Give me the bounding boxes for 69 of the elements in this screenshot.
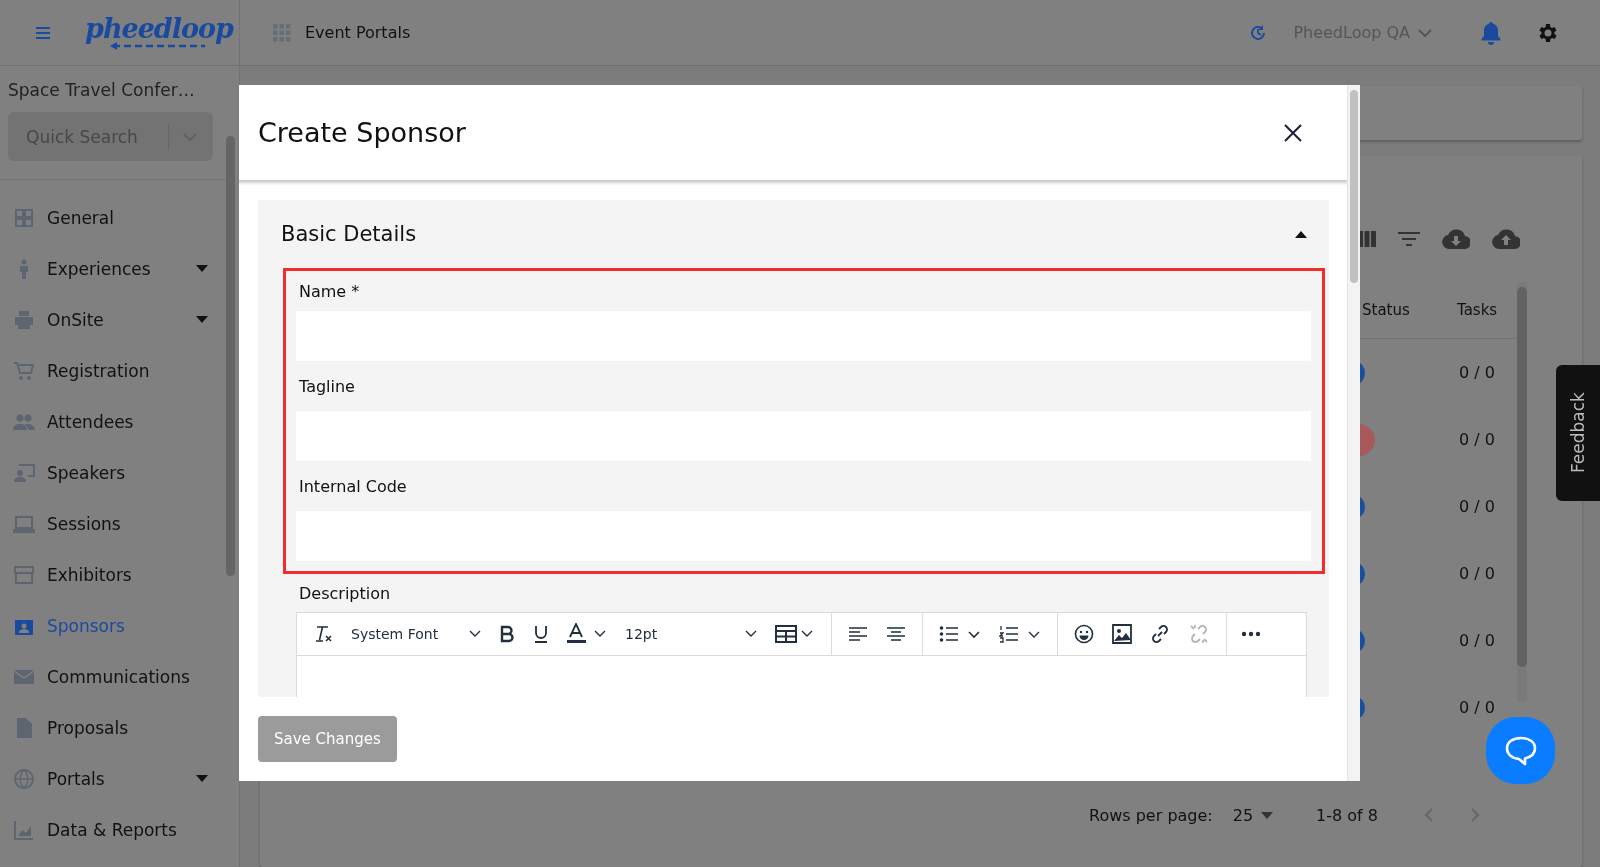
page-range: 1-8 of 8 <box>1316 805 1378 825</box>
sidebar-item[interactable]: Proposals <box>0 702 228 753</box>
cloud-upload-icon[interactable] <box>1492 229 1520 249</box>
image-icon[interactable] <box>1112 624 1132 644</box>
nav-icon <box>13 818 35 841</box>
field-label: Tagline <box>298 375 356 398</box>
sidebar-item[interactable]: Registration <box>0 345 228 396</box>
chevron-down-icon <box>469 630 481 638</box>
font-dropdown[interactable]: System Font <box>351 626 481 642</box>
nav-icon <box>13 461 35 484</box>
field-label: Description <box>298 582 392 605</box>
table-cell-text: 0 / 0 <box>1458 363 1496 382</box>
sidebar-item[interactable]: Speakers <box>0 447 228 498</box>
sidebar-item[interactable]: General <box>0 192 228 243</box>
sidebar-item[interactable]: Communications <box>0 651 228 702</box>
nav-icon <box>13 206 35 229</box>
font-size-dropdown[interactable]: 12pt <box>625 626 757 642</box>
caret-icon[interactable] <box>196 265 208 272</box>
scrollbar-thumb[interactable] <box>1517 287 1527 667</box>
nav-icon <box>13 308 35 331</box>
chat-bubble-icon <box>1504 735 1537 766</box>
app-switcher-label[interactable]: Event Portals <box>305 23 411 42</box>
column-header[interactable]: Tasks <box>1457 301 1515 319</box>
caret-icon[interactable] <box>196 775 208 782</box>
bullet-list-icon[interactable] <box>939 625 981 643</box>
field-label: Name * <box>298 280 361 303</box>
caret-icon <box>1261 811 1274 819</box>
feedback-tab[interactable]: Feedback <box>1556 365 1600 501</box>
scrollbar-thumb[interactable] <box>1350 90 1358 283</box>
align-left-icon[interactable] <box>848 626 868 642</box>
emoji-icon[interactable] <box>1074 624 1094 644</box>
sidebar-item[interactable]: Experiences <box>0 243 228 294</box>
nav-icon <box>13 767 35 790</box>
section-title[interactable]: Basic Details <box>281 222 417 246</box>
text-color-icon[interactable] <box>567 623 607 645</box>
sidebar-item[interactable]: Sessions <box>0 498 228 549</box>
nav-icon <box>13 563 35 586</box>
underline-icon[interactable] <box>533 625 549 643</box>
table-icon[interactable] <box>775 624 815 644</box>
sidebar-item[interactable]: Attendees <box>0 396 228 447</box>
sidebar-item[interactable]: Data & Reports <box>0 804 228 855</box>
filter-icon[interactable] <box>1398 231 1420 247</box>
close-icon[interactable] <box>1283 122 1303 143</box>
chevron-down-icon <box>1418 27 1432 38</box>
sidebar-item[interactable]: OnSite <box>0 294 228 345</box>
field-label: Internal Code <box>298 475 408 498</box>
scrollbar-thumb[interactable] <box>226 136 235 576</box>
chevron-down-icon <box>745 630 757 638</box>
sidebar-item[interactable]: Portals <box>0 753 228 804</box>
table-cell-text: 0 / 0 <box>1458 698 1496 717</box>
table-cell-text: 0 / 0 <box>1458 497 1496 516</box>
rows-per-page-label: Rows per page: <box>1089 805 1213 825</box>
more-icon[interactable] <box>1241 631 1261 637</box>
rows-per-page-select[interactable]: 25 <box>1232 805 1274 825</box>
numbered-list-icon[interactable] <box>999 625 1041 643</box>
bold-icon[interactable] <box>499 625 515 643</box>
link-icon[interactable] <box>1150 624 1170 644</box>
event-name: Space Travel Confer… <box>7 79 196 102</box>
clear-format-icon[interactable] <box>313 624 333 644</box>
table-cell-text: 0 / 0 <box>1458 564 1496 583</box>
table-cell-text: 0 / 0 <box>1458 631 1496 650</box>
table-cell-text: 0 / 0 <box>1458 430 1496 449</box>
caret-icon[interactable] <box>196 316 208 323</box>
dialog-title: Create Sponsor <box>258 117 466 148</box>
nav-icon <box>13 359 35 382</box>
caret-up-icon[interactable] <box>1295 230 1307 238</box>
cloud-download-icon[interactable] <box>1442 229 1470 249</box>
sidebar-item[interactable]: Exhibitors <box>0 549 228 600</box>
align-center-icon[interactable] <box>886 626 906 642</box>
